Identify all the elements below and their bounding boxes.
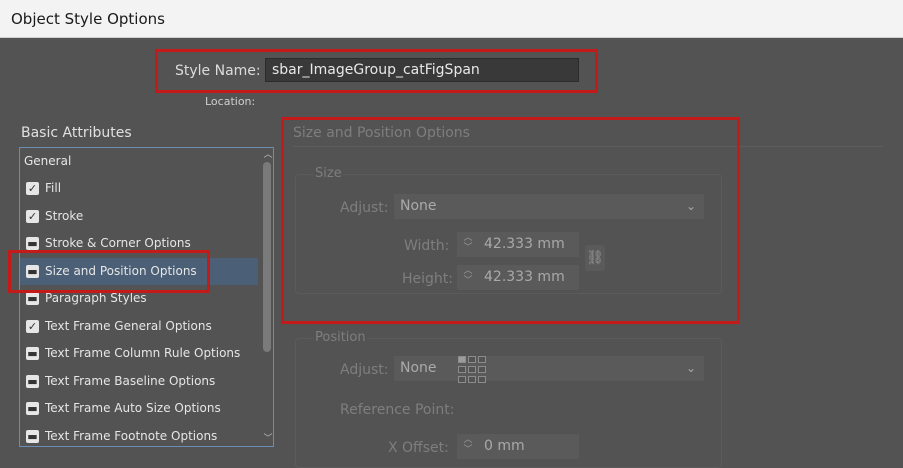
list-item-label: Stroke	[45, 209, 84, 223]
size-position-section-highlight	[281, 117, 740, 324]
size-position-item-highlight	[8, 250, 210, 293]
list-item-fill[interactable]: ✓ Fill	[20, 175, 258, 202]
list-item-label: Text Frame Baseline Options	[45, 374, 216, 388]
scroll-down-icon[interactable]: ﹀	[262, 433, 273, 445]
scrollbar-thumb[interactable]	[263, 162, 271, 352]
checkbox-checked-icon[interactable]: ✓	[26, 182, 39, 195]
position-adjust-label: Adjust:	[340, 362, 389, 378]
title-bar: Object Style Options	[0, 0, 903, 38]
chevron-down-icon: ⌄	[685, 361, 696, 375]
list-item-text-frame-auto-size[interactable]: ▬ Text Frame Auto Size Options	[20, 395, 258, 422]
list-item-label: Text Frame Auto Size Options	[45, 401, 221, 415]
checkbox-checked-icon[interactable]: ✓	[26, 320, 39, 333]
list-item-text-frame-general[interactable]: ✓ Text Frame General Options	[20, 313, 258, 340]
object-style-dialog: Style Name: sbar_ImageGroup_catFigSpan L…	[0, 38, 903, 468]
position-adjust-value: None	[400, 360, 437, 376]
list-item-label: Text Frame Column Rule Options	[45, 346, 241, 360]
list-item-text-frame-column-rule[interactable]: ▬ Text Frame Column Rule Options	[20, 340, 258, 367]
checkbox-mixed-icon[interactable]: ▬	[26, 430, 39, 443]
x-offset-value: 0 mm	[484, 438, 525, 454]
list-item-label: Text Frame General Options	[45, 319, 212, 333]
checkbox-mixed-icon[interactable]: ▬	[26, 375, 39, 388]
position-group-title: Position	[314, 330, 367, 345]
list-item-label: General	[24, 154, 72, 168]
style-name-highlight	[155, 49, 598, 93]
position-adjust-dropdown[interactable]: None ⌄	[394, 356, 704, 381]
basic-attributes-list[interactable]: General ✓ Fill ✓ Stroke ▬ Stroke & Corne…	[19, 147, 274, 447]
list-item-stroke[interactable]: ✓ Stroke	[20, 203, 258, 230]
list-item-general[interactable]: General	[20, 148, 258, 175]
x-offset-stepper[interactable]: ︿ ﹀ 0 mm	[457, 434, 579, 459]
checkbox-mixed-icon[interactable]: ▬	[26, 292, 39, 305]
list-item-text-frame-baseline[interactable]: ▬ Text Frame Baseline Options	[20, 368, 258, 395]
scroll-up-icon[interactable]: ︿	[262, 149, 273, 161]
window-title: Object Style Options	[11, 10, 165, 28]
basic-attributes-title: Basic Attributes	[21, 125, 132, 141]
reference-point-label: Reference Point:	[340, 402, 455, 418]
list-item-label: Fill	[45, 181, 62, 195]
reference-point-grid-icon[interactable]	[458, 356, 488, 386]
checkbox-mixed-icon[interactable]: ▬	[26, 402, 39, 415]
x-offset-label: X Offset:	[388, 440, 449, 456]
checkbox-mixed-icon[interactable]: ▬	[26, 347, 39, 360]
checkbox-mixed-icon[interactable]: ▬	[26, 237, 39, 250]
stepper-arrows-icon[interactable]: ︿ ﹀	[461, 435, 475, 455]
location-label: Location:	[205, 95, 256, 108]
list-item-text-frame-footnote[interactable]: ▬ Text Frame Footnote Options	[20, 423, 258, 446]
checkbox-checked-icon[interactable]: ✓	[26, 210, 39, 223]
list-item-label: Text Frame Footnote Options	[45, 429, 218, 443]
